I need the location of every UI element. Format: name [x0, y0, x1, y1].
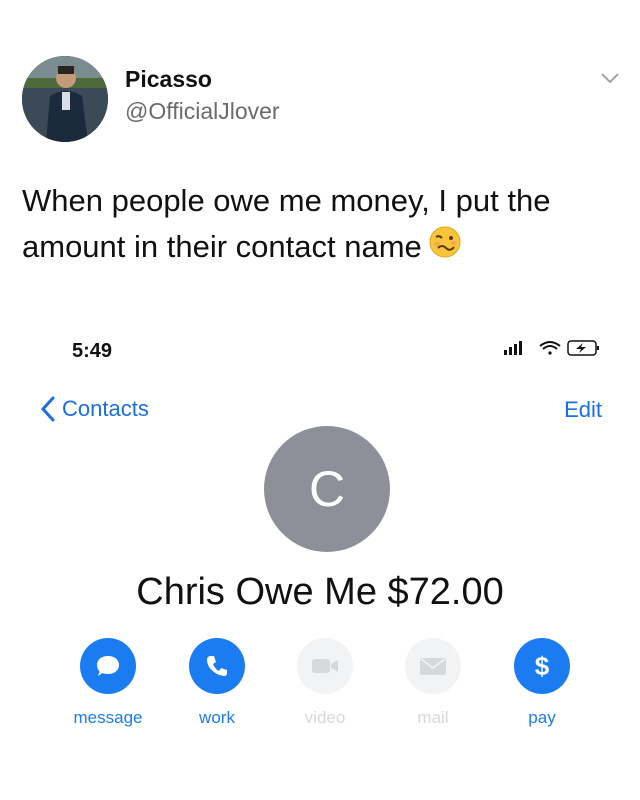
- svg-text:$: $: [535, 651, 550, 681]
- mail-envelope-icon[interactable]: [405, 638, 461, 694]
- mail-action[interactable]: mail: [388, 638, 478, 728]
- dollar-icon[interactable]: $: [514, 638, 570, 694]
- edit-button[interactable]: Edit: [564, 397, 602, 423]
- action-label-mail: mail: [417, 708, 449, 727]
- status-time: 5:49: [72, 340, 113, 362]
- chevron-left-icon: [40, 396, 55, 422]
- contact-name: Chris Owe Me $72.00: [136, 571, 504, 613]
- message-bubble-icon[interactable]: [80, 638, 136, 694]
- work-call-action[interactable]: work: [172, 638, 262, 728]
- action-label-work: work: [199, 708, 235, 727]
- back-label: Contacts: [62, 396, 149, 421]
- message-action[interactable]: message: [63, 638, 153, 728]
- phone-icon[interactable]: [189, 638, 245, 694]
- contact-actions: message work video mail $ pay: [0, 638, 640, 738]
- chevron-down-icon[interactable]: [598, 66, 622, 90]
- pay-action[interactable]: $ pay: [497, 638, 587, 728]
- contact-screen: 5:49 Contacts Edit C Chris Owe Me $72.00…: [0, 320, 640, 800]
- action-label-message: message: [73, 708, 143, 727]
- action-label-pay: pay: [528, 708, 556, 727]
- tweet-body: When people owe me money, I put the amou…: [22, 183, 551, 264]
- woozy-face-emoji: [428, 225, 462, 272]
- tweet-text: When people owe me money, I put the amou…: [22, 178, 622, 272]
- status-icons: [504, 338, 604, 358]
- user-handle[interactable]: @OfficialJlover: [125, 98, 280, 125]
- action-label-video: video: [304, 708, 346, 727]
- contact-avatar: C: [264, 426, 390, 552]
- tweet-header: Picasso @OfficialJlover: [22, 56, 622, 142]
- battery-charging-icon: [567, 340, 599, 356]
- back-button[interactable]: Contacts: [40, 394, 149, 424]
- profile-avatar[interactable]: [22, 56, 108, 142]
- video-camera-icon[interactable]: [297, 638, 353, 694]
- wifi-icon: [539, 341, 561, 355]
- video-action[interactable]: video: [280, 638, 370, 728]
- display-name[interactable]: Picasso: [125, 66, 212, 93]
- signal-bars-icon: [504, 341, 522, 355]
